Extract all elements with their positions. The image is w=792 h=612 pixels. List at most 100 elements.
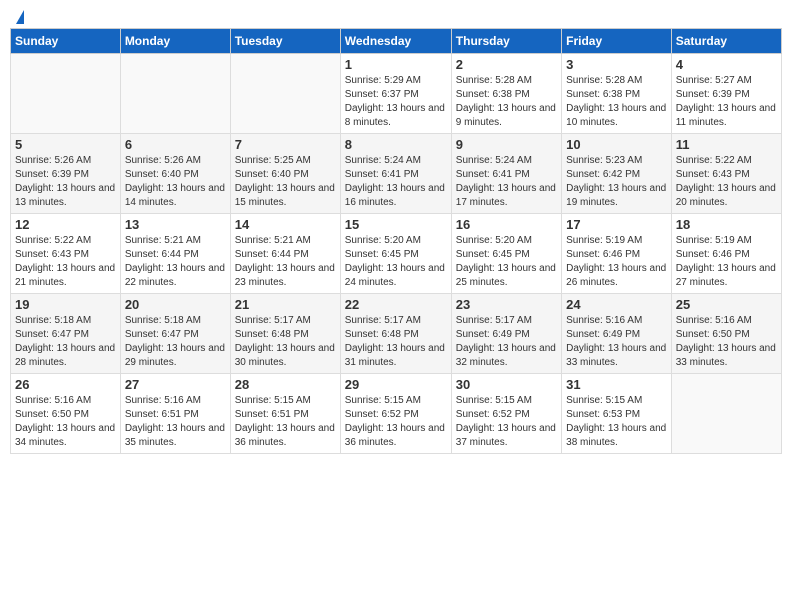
calendar-cell: 7 Sunrise: 5:25 AMSunset: 6:40 PMDaylight… [230, 134, 340, 214]
day-info: Sunrise: 5:17 AMSunset: 6:48 PMDaylight:… [235, 314, 336, 370]
calendar-cell: 26Sunrise: 5:16 AMSunset: 6:50 PMDayligh… [11, 374, 121, 454]
calendar-week-row: 1 Sunrise: 5:29 AMSunset: 6:37 PMDaylight… [11, 54, 782, 134]
calendar-table: SundayMondayTuesdayWednesdayThursdayFrid… [10, 28, 782, 454]
day-number: 17 [566, 217, 667, 232]
calendar-week-row: 12Sunrise: 5:22 AMSunset: 6:43 PMDayligh… [11, 214, 782, 294]
calendar-cell: 12Sunrise: 5:22 AMSunset: 6:43 PMDayligh… [11, 214, 121, 294]
day-info: Sunrise: 5:27 AMSunset: 6:39 PMDaylight:… [676, 74, 777, 130]
day-number: 16 [456, 217, 557, 232]
calendar-cell: 24 Sunrise: 5:16 AMSunset: 6:49 PMDayligh… [562, 294, 672, 374]
day-number: 6 [125, 137, 226, 152]
day-number: 2 [456, 57, 557, 72]
calendar-cell: 16 Sunrise: 5:20 AMSunset: 6:45 PMDayligh… [451, 214, 561, 294]
day-info: Sunrise: 5:15 AMSunset: 6:52 PMDaylight:… [456, 394, 557, 450]
day-number: 1 [345, 57, 447, 72]
logo-triangle-icon [16, 10, 24, 24]
day-info: Sunrise: 5:19 AMSunset: 6:46 PMDaylight:… [566, 234, 667, 290]
day-info: Sunrise: 5:20 AMSunset: 6:45 PMDaylight:… [456, 234, 557, 290]
day-number: 25 [676, 297, 777, 312]
calendar-cell: 27 Sunrise: 5:16 AMSunset: 6:51 PMDayligh… [120, 374, 230, 454]
calendar-cell: 20 Sunrise: 5:18 AMSunset: 6:47 PMDayligh… [120, 294, 230, 374]
calendar-cell: 18 Sunrise: 5:19 AMSunset: 6:46 PMDayligh… [671, 214, 781, 294]
calendar-cell: 22Sunrise: 5:17 AMSunset: 6:48 PMDayligh… [340, 294, 451, 374]
day-number: 7 [235, 137, 336, 152]
calendar-header-saturday: Saturday [671, 29, 781, 54]
calendar-cell: 23 Sunrise: 5:17 AMSunset: 6:49 PMDayligh… [451, 294, 561, 374]
day-number: 11 [676, 137, 777, 152]
calendar-header-sunday: Sunday [11, 29, 121, 54]
calendar-cell: 4 Sunrise: 5:27 AMSunset: 6:39 PMDaylight… [671, 54, 781, 134]
calendar-cell: 14 Sunrise: 5:21 AMSunset: 6:44 PMDayligh… [230, 214, 340, 294]
day-info: Sunrise: 5:22 AMSunset: 6:43 PMDaylight:… [676, 154, 777, 210]
day-info: Sunrise: 5:15 AMSunset: 6:52 PMDaylight:… [345, 394, 447, 450]
calendar-cell: 2Sunrise: 5:28 AMSunset: 6:38 PMDaylight… [451, 54, 561, 134]
calendar-cell: 21 Sunrise: 5:17 AMSunset: 6:48 PMDayligh… [230, 294, 340, 374]
day-number: 30 [456, 377, 557, 392]
day-number: 15 [345, 217, 447, 232]
day-info: Sunrise: 5:23 AMSunset: 6:42 PMDaylight:… [566, 154, 667, 210]
day-info: Sunrise: 5:28 AMSunset: 6:38 PMDaylight:… [566, 74, 667, 130]
calendar-cell [230, 54, 340, 134]
day-info: Sunrise: 5:24 AMSunset: 6:41 PMDaylight:… [456, 154, 557, 210]
calendar-cell: 1 Sunrise: 5:29 AMSunset: 6:37 PMDaylight… [340, 54, 451, 134]
day-info: Sunrise: 5:17 AMSunset: 6:49 PMDaylight:… [456, 314, 557, 370]
calendar-cell: 25 Sunrise: 5:16 AMSunset: 6:50 PMDayligh… [671, 294, 781, 374]
calendar-cell: 28Sunrise: 5:15 AMSunset: 6:51 PMDayligh… [230, 374, 340, 454]
day-info: Sunrise: 5:17 AMSunset: 6:48 PMDaylight:… [345, 314, 447, 370]
day-info: Sunrise: 5:24 AMSunset: 6:41 PMDaylight:… [345, 154, 447, 210]
day-info: Sunrise: 5:21 AMSunset: 6:44 PMDaylight:… [235, 234, 336, 290]
calendar-cell [671, 374, 781, 454]
calendar-week-row: 26Sunrise: 5:16 AMSunset: 6:50 PMDayligh… [11, 374, 782, 454]
day-info: Sunrise: 5:25 AMSunset: 6:40 PMDaylight:… [235, 154, 336, 210]
calendar-cell: 19Sunrise: 5:18 AMSunset: 6:47 PMDayligh… [11, 294, 121, 374]
day-info: Sunrise: 5:15 AMSunset: 6:53 PMDaylight:… [566, 394, 667, 450]
day-info: Sunrise: 5:15 AMSunset: 6:51 PMDaylight:… [235, 394, 336, 450]
day-number: 14 [235, 217, 336, 232]
calendar-header-tuesday: Tuesday [230, 29, 340, 54]
calendar-header-wednesday: Wednesday [340, 29, 451, 54]
day-info: Sunrise: 5:16 AMSunset: 6:49 PMDaylight:… [566, 314, 667, 370]
calendar-header-friday: Friday [562, 29, 672, 54]
calendar-cell: 29 Sunrise: 5:15 AMSunset: 6:52 PMDayligh… [340, 374, 451, 454]
calendar-cell: 9 Sunrise: 5:24 AMSunset: 6:41 PMDaylight… [451, 134, 561, 214]
day-number: 9 [456, 137, 557, 152]
calendar-cell [120, 54, 230, 134]
calendar-cell: 3 Sunrise: 5:28 AMSunset: 6:38 PMDaylight… [562, 54, 672, 134]
day-number: 24 [566, 297, 667, 312]
day-number: 20 [125, 297, 226, 312]
day-info: Sunrise: 5:29 AMSunset: 6:37 PMDaylight:… [345, 74, 447, 130]
day-number: 29 [345, 377, 447, 392]
day-info: Sunrise: 5:16 AMSunset: 6:51 PMDaylight:… [125, 394, 226, 450]
day-number: 10 [566, 137, 667, 152]
calendar-cell: 31Sunrise: 5:15 AMSunset: 6:53 PMDayligh… [562, 374, 672, 454]
day-info: Sunrise: 5:19 AMSunset: 6:46 PMDaylight:… [676, 234, 777, 290]
day-info: Sunrise: 5:16 AMSunset: 6:50 PMDaylight:… [15, 394, 116, 450]
page-header [10, 10, 782, 20]
day-info: Sunrise: 5:20 AMSunset: 6:45 PMDaylight:… [345, 234, 447, 290]
calendar-cell: 15 Sunrise: 5:20 AMSunset: 6:45 PMDayligh… [340, 214, 451, 294]
day-info: Sunrise: 5:22 AMSunset: 6:43 PMDaylight:… [15, 234, 116, 290]
day-info: Sunrise: 5:18 AMSunset: 6:47 PMDaylight:… [15, 314, 116, 370]
day-number: 8 [345, 137, 447, 152]
day-info: Sunrise: 5:18 AMSunset: 6:47 PMDaylight:… [125, 314, 226, 370]
calendar-cell: 8 Sunrise: 5:24 AMSunset: 6:41 PMDaylight… [340, 134, 451, 214]
day-number: 21 [235, 297, 336, 312]
day-info: Sunrise: 5:26 AMSunset: 6:40 PMDaylight:… [125, 154, 226, 210]
day-number: 5 [15, 137, 116, 152]
day-info: Sunrise: 5:26 AMSunset: 6:39 PMDaylight:… [15, 154, 116, 210]
calendar-week-row: 5 Sunrise: 5:26 AMSunset: 6:39 PMDaylight… [11, 134, 782, 214]
calendar-cell [11, 54, 121, 134]
day-number: 27 [125, 377, 226, 392]
calendar-cell: 6 Sunrise: 5:26 AMSunset: 6:40 PMDaylight… [120, 134, 230, 214]
calendar-cell: 11 Sunrise: 5:22 AMSunset: 6:43 PMDayligh… [671, 134, 781, 214]
day-number: 4 [676, 57, 777, 72]
day-number: 23 [456, 297, 557, 312]
day-number: 13 [125, 217, 226, 232]
day-number: 18 [676, 217, 777, 232]
calendar-header-thursday: Thursday [451, 29, 561, 54]
day-number: 3 [566, 57, 667, 72]
calendar-cell: 10 Sunrise: 5:23 AMSunset: 6:42 PMDayligh… [562, 134, 672, 214]
calendar-cell: 13 Sunrise: 5:21 AMSunset: 6:44 PMDayligh… [120, 214, 230, 294]
day-info: Sunrise: 5:16 AMSunset: 6:50 PMDaylight:… [676, 314, 777, 370]
day-info: Sunrise: 5:21 AMSunset: 6:44 PMDaylight:… [125, 234, 226, 290]
